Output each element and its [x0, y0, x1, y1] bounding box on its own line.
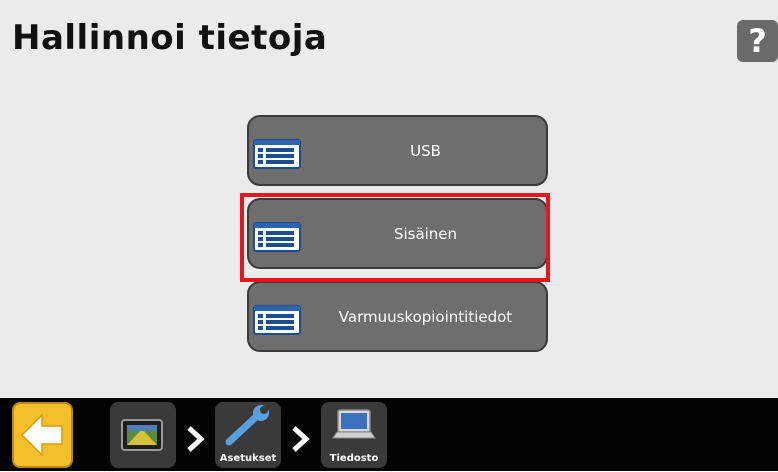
help-icon: ? — [748, 22, 767, 60]
back-button[interactable] — [12, 402, 73, 468]
chevron-right-icon — [292, 426, 310, 452]
chevron-right-icon — [187, 426, 205, 452]
breadcrumb-label: Asetukset — [219, 453, 277, 464]
list-icon — [253, 139, 301, 169]
screen: Hallinnoi tietoja ? USB Sisäinen Varmuus… — [0, 0, 778, 471]
breadcrumb-label: Tiedosto — [329, 453, 379, 464]
help-button[interactable]: ? — [737, 20, 778, 62]
list-icon — [253, 305, 301, 335]
menu-item-label: Sisäinen — [393, 224, 458, 243]
wrench-icon — [225, 405, 269, 446]
menu-item-backup-data[interactable]: Varmuuskopiointitiedot — [247, 281, 548, 352]
menu-item-label: Varmuuskopiointitiedot — [338, 307, 513, 326]
breadcrumb-home[interactable] — [110, 402, 176, 468]
page-title: Hallinnoi tietoja — [12, 18, 328, 58]
back-arrow-icon — [20, 413, 63, 457]
menu-item-label: USB — [410, 141, 441, 160]
breadcrumb-settings[interactable]: Asetukset — [215, 402, 281, 468]
laptop-icon — [332, 409, 376, 439]
menu-item-internal[interactable]: Sisäinen — [247, 198, 548, 269]
list-icon — [253, 222, 301, 252]
home-screen-icon — [121, 419, 163, 451]
breadcrumb-file[interactable]: Tiedosto — [321, 402, 387, 468]
menu-item-usb[interactable]: USB — [247, 115, 548, 186]
